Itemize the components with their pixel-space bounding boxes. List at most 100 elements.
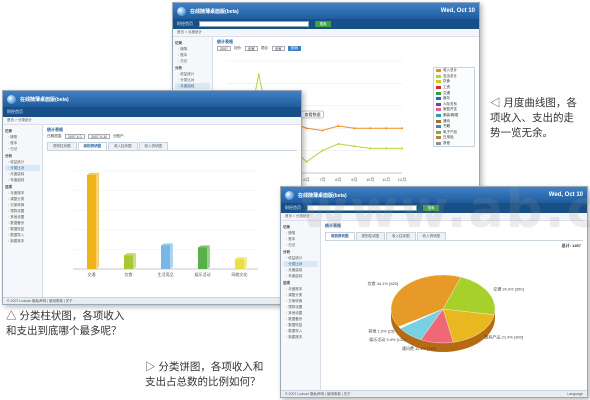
data-point[interactable] — [337, 142, 340, 145]
legend-swatch — [436, 86, 441, 90]
status-bar: © 2007 Luduan 隐私声明 | 使用条款 | 关于 Language — [281, 390, 587, 397]
legend-label: 收入总计 — [443, 68, 457, 73]
nav-home-link[interactable]: 财经首页 — [177, 21, 193, 27]
date-to-input[interactable]: 2007-9-30 — [88, 134, 110, 139]
callout-label: 查看数据 — [305, 111, 321, 117]
bar-window: 在线随薄桌面版(beta) 财经首页 首页 > 分类统计 记录 ◦ 随笔 ◦ 账本 ◦… — [2, 90, 302, 305]
copyright-text: © 2007 Luduan 隐私声明 | 使用条款 | 关于 — [7, 299, 73, 303]
data-point[interactable] — [369, 127, 372, 130]
legend-label: 书籍 — [443, 124, 450, 129]
bar-side — [170, 243, 173, 269]
date-display: Wed, Oct 10 — [440, 8, 475, 14]
app-logo-icon — [7, 94, 16, 104]
bar[interactable] — [198, 247, 207, 269]
data-point[interactable] — [385, 147, 388, 150]
chart-tabs: 类别柱状图 类别饼状图 收入柱状图 收入饼状图 — [47, 142, 297, 151]
search-button[interactable]: 搜索 — [315, 21, 331, 27]
caption-line: 项收入、支出的走 — [490, 112, 574, 124]
legend-label: 日用品 — [443, 135, 454, 140]
breadcrumb: 首页 > 分类统计 — [3, 117, 301, 125]
sidebar-item[interactable]: ◦ 日记 — [283, 242, 318, 248]
caption-line: △ 分类柱状图，各项收入 — [6, 310, 125, 322]
sidebar: 记录◦ 随笔◦ 账本◦ 日记分析◦ 收益统计◦ 分类比对◦ 月度曲线◦ 年度曲线… — [3, 125, 43, 297]
sidebar-item[interactable]: ◦ 新建账本 — [5, 238, 40, 244]
title-bar: 在线随薄桌面版(beta) — [3, 91, 301, 107]
bar[interactable] — [235, 259, 244, 269]
section-title: 统计表格 — [217, 39, 233, 44]
language-link[interactable]: Language — [567, 392, 583, 396]
chart-tab[interactable]: 收入饼状图 — [138, 142, 168, 150]
legend-label: 工资 — [443, 85, 450, 90]
legend-label: 通讯 — [443, 118, 450, 123]
legend-swatch — [436, 108, 441, 112]
caption-line: ◁ 月度曲线图，各 — [490, 97, 577, 109]
sidebar: 记录◦ 随笔◦ 账本◦ 日记分析◦ 收益统计◦ 分类比对◦ 月度曲线◦ 年度曲线… — [281, 221, 321, 390]
bar[interactable] — [161, 245, 170, 269]
data-point[interactable] — [321, 149, 324, 152]
legend-swatch — [436, 102, 441, 106]
caption-line: ▷ 分类饼图，各项收入和 — [145, 361, 264, 373]
legend-swatch — [436, 114, 441, 118]
legend-swatch — [436, 97, 441, 101]
data-point[interactable] — [337, 124, 340, 127]
data-point[interactable] — [305, 127, 308, 130]
chart-tab[interactable]: 收入柱状图 — [108, 142, 138, 150]
data-point[interactable] — [401, 147, 403, 150]
sidebar-item[interactable]: ◦ 日记 — [5, 146, 40, 152]
legend-label: 娱乐 — [443, 96, 450, 101]
window-body: 记录◦ 随笔◦ 账本◦ 日记分析◦ 收益统计◦ 分类比对◦ 月度曲线◦ 年度曲线… — [281, 221, 587, 390]
bar-side — [207, 245, 210, 269]
data-point[interactable] — [401, 127, 403, 130]
legend-label: 电子产品 — [443, 129, 457, 134]
query-button[interactable]: 查询 — [287, 46, 301, 51]
bar-side — [244, 257, 247, 269]
legend-label: 其他 — [443, 141, 450, 146]
title-bar: 在线随薄桌面版(beta) Wed, Oct 10 — [173, 3, 479, 19]
slice-label: 通讯费 11.4% [160] — [402, 345, 436, 351]
sidebar-item[interactable]: ◦ 日记 — [175, 58, 210, 64]
copyright-text: © 2007 Luduan 隐私声明 | 使用条款 | 关于 — [285, 392, 351, 396]
caption-line: 支出占总数的比例如何？ — [145, 376, 261, 388]
sidebar-item[interactable]: ◦ 新建账本 — [283, 334, 318, 340]
watermark: www.ab.cn — [300, 180, 590, 240]
data-point[interactable] — [257, 73, 260, 76]
app-logo-icon — [177, 6, 186, 16]
bar[interactable] — [87, 174, 96, 269]
data-point[interactable] — [305, 160, 308, 163]
sidebar-item[interactable]: ◦ 年度曲线 — [283, 273, 318, 279]
data-point[interactable] — [321, 129, 324, 132]
type-select[interactable]: 全家 — [271, 46, 285, 51]
data-point[interactable] — [385, 127, 388, 130]
nav-home-link[interactable]: 财经首页 — [7, 109, 23, 115]
category-bar-chart: 交通 饮食 生活用品 娱乐活动 网络文化 — [73, 170, 258, 277]
app-title: 在线随薄桌面版(beta) — [190, 8, 239, 15]
date-range-label: 日期范围: — [47, 134, 62, 138]
x-tick-label: 网络文化 — [232, 271, 248, 277]
bar-caption: △ 分类柱状图，各项收入 和支出到底哪个最多呢？ — [6, 309, 124, 339]
legend-swatch — [436, 80, 441, 84]
legend-label: 服装/鞋帽 — [443, 113, 458, 118]
category-pie-chart: 交通 24.9% [350] 数码产品 21.4% [300] 通讯费 11.4% … — [368, 274, 524, 352]
date-from-input[interactable]: 2007-9-1 — [64, 134, 85, 139]
section-title: 统计表格 — [47, 127, 63, 132]
filter-row: 2007 月份: 全家 项目: 全家 查询 — [217, 46, 475, 51]
app-logo-icon — [285, 190, 294, 200]
data-point[interactable] — [369, 147, 372, 150]
bar-side — [96, 172, 99, 269]
nav-home-link[interactable]: 财经首页 — [285, 205, 301, 211]
member-select[interactable]: 全家 — [244, 46, 258, 51]
legend-swatch — [436, 69, 441, 73]
chart-tab[interactable]: 类别饼状图 — [77, 142, 107, 150]
year-select[interactable]: 2007 — [217, 46, 231, 51]
legend-label: 交通 — [443, 90, 450, 95]
data-point[interactable] — [353, 145, 356, 148]
pie-caption: ▷ 分类饼图，各项收入和 支出占总数的比例如何？ — [145, 360, 263, 390]
chart-tab[interactable]: 类别柱状图 — [47, 142, 77, 150]
search-input[interactable] — [199, 21, 309, 27]
data-point[interactable] — [353, 127, 356, 130]
legend-swatch — [436, 125, 441, 129]
slice-label: 交通 24.9% [350] — [493, 286, 523, 292]
legend-swatch — [436, 136, 441, 140]
bar[interactable] — [124, 255, 133, 269]
sidebar-item[interactable]: ◦ 年度曲线 — [5, 177, 40, 183]
